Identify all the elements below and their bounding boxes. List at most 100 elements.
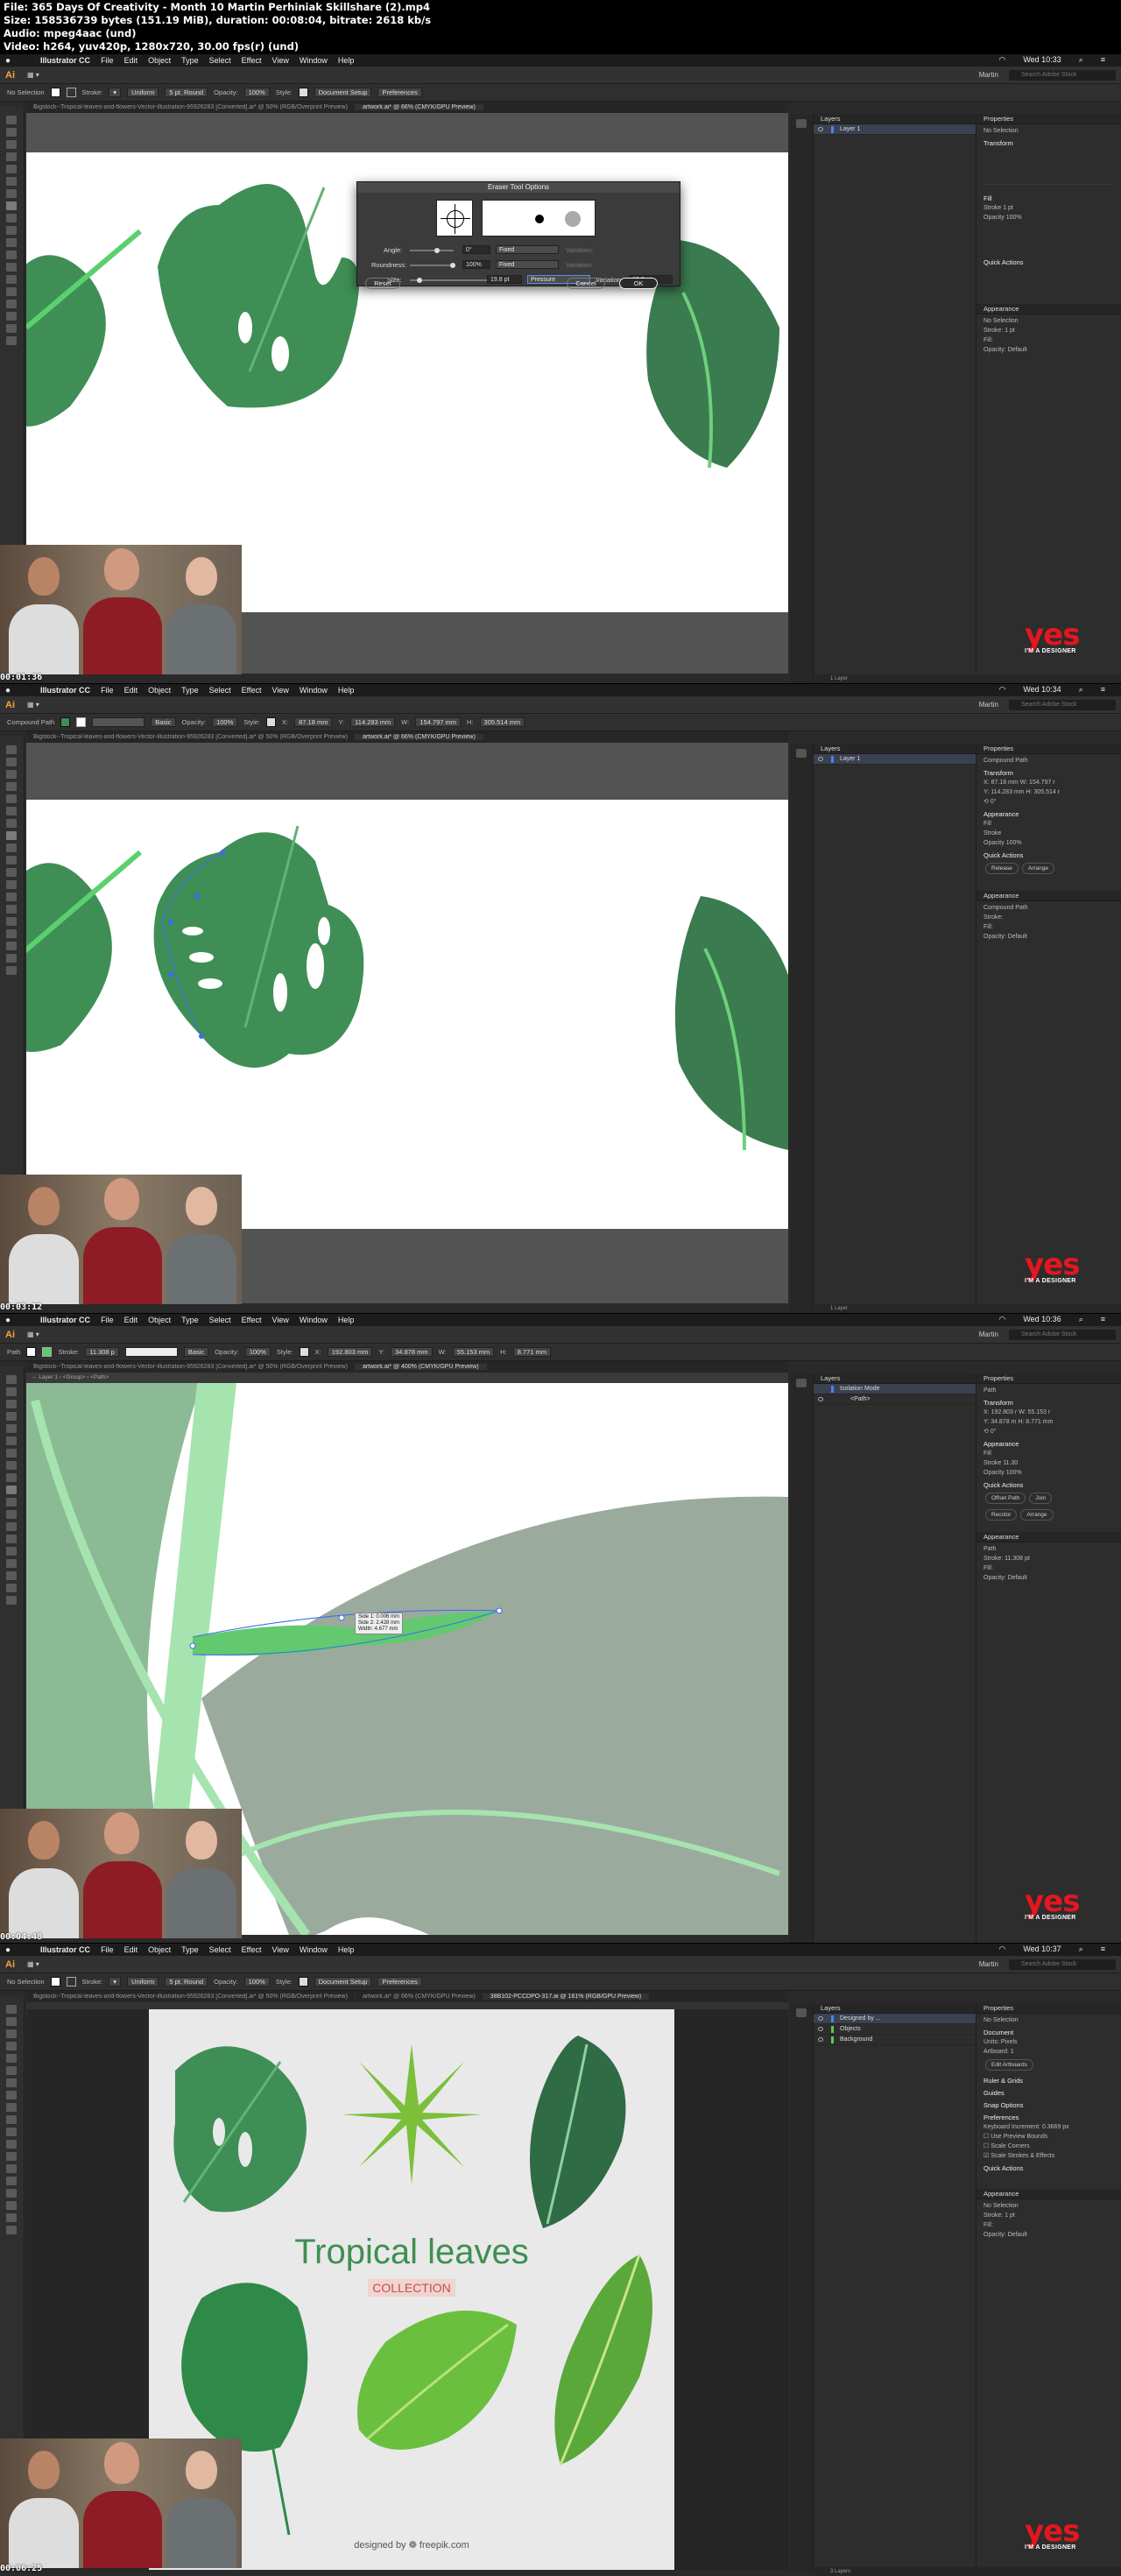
units-dropdown[interactable]: Pixels <box>1001 2039 1018 2045</box>
eyedropper-tool-icon[interactable] <box>6 893 17 901</box>
wifi-icon[interactable]: ◠ <box>998 1944 1005 1954</box>
blend-tool-icon[interactable] <box>6 905 17 914</box>
rotate-tool-icon[interactable] <box>6 843 17 852</box>
artboard-tool-icon[interactable] <box>6 942 17 950</box>
direct-selection-tool-icon[interactable] <box>6 128 17 137</box>
x-value[interactable]: 87.18 mm <box>991 780 1019 786</box>
stroke-swatch[interactable] <box>66 1977 76 1987</box>
workspace-icon[interactable]: ▦ ▾ <box>27 1330 39 1338</box>
opacity-value[interactable]: 100% <box>1006 840 1022 846</box>
menu-file[interactable]: File <box>101 1945 114 1954</box>
breadcrumb-layer[interactable]: Layer 1 <box>39 1374 58 1380</box>
ap-stroke-value[interactable]: 1 pt <box>1005 328 1015 334</box>
ap-stroke-value[interactable]: 11.308 pt <box>1005 1556 1030 1562</box>
shape-builder-tool-icon[interactable] <box>6 1498 17 1507</box>
width-tool-icon[interactable] <box>6 1486 17 1494</box>
workspace-icon[interactable]: ▦ ▾ <box>27 701 39 709</box>
ap-opacity[interactable]: Opacity: Default <box>984 2230 1114 2240</box>
eraser-tool-icon[interactable] <box>6 831 17 840</box>
tab-document-1[interactable]: Bigstock--Tropical-leaves-and-flowers-Ve… <box>26 104 356 110</box>
type-tool-icon[interactable] <box>6 165 17 173</box>
h-value[interactable]: 8.771 mm <box>1026 1419 1053 1425</box>
back-arrow-icon[interactable]: ← <box>32 1374 38 1380</box>
direct-selection-tool-icon[interactable] <box>6 758 17 766</box>
menu-object[interactable]: Object <box>148 1316 171 1324</box>
layer-row[interactable]: Layer 1 <box>814 754 976 765</box>
roundness-field[interactable]: 100% <box>462 260 490 269</box>
angle-mode-dropdown[interactable]: Fixed <box>496 245 559 254</box>
type-tool-icon[interactable] <box>6 2054 17 2063</box>
y-value[interactable]: 114.283 mm <box>991 789 1024 795</box>
transform-fields[interactable] <box>984 148 1114 185</box>
menu-file[interactable]: File <box>101 686 114 695</box>
menu-effect[interactable]: Effect <box>242 1945 262 1954</box>
menu-effect[interactable]: Effect <box>242 1316 262 1324</box>
eye-icon[interactable] <box>818 2016 823 2021</box>
tab-document-2[interactable]: artwork.ai* @ 66% (CMYK/GPU Preview) <box>355 734 483 740</box>
artboard-tool-icon[interactable] <box>6 312 17 321</box>
eye-icon[interactable] <box>818 757 823 761</box>
fill-swatch[interactable] <box>50 88 60 97</box>
brush-dropdown[interactable]: 5 pt. Round <box>165 1977 208 1987</box>
eye-icon[interactable] <box>818 2037 823 2042</box>
eyedropper-tool-icon[interactable] <box>6 263 17 272</box>
magic-wand-tool-icon[interactable] <box>6 140 17 149</box>
eyedropper-tool-icon[interactable] <box>6 2152 17 2161</box>
menu-view[interactable]: View <box>272 1316 289 1324</box>
apple-icon[interactable]: ● <box>5 1316 11 1325</box>
menu-type[interactable]: Type <box>181 56 199 65</box>
stock-search-input[interactable]: Search Adobe Stock <box>1009 700 1116 710</box>
variable-width-dropdown[interactable]: Uniform <box>127 1977 159 1987</box>
join-button[interactable]: Join <box>1029 1493 1053 1504</box>
hand-tool-icon[interactable] <box>6 324 17 333</box>
user-name[interactable]: Martin <box>979 71 998 79</box>
menu-help[interactable]: Help <box>338 56 355 65</box>
gradient-tool-icon[interactable] <box>6 2140 17 2149</box>
w-field[interactable]: 55.153 mm <box>452 1347 495 1357</box>
blend-tool-icon[interactable] <box>6 275 17 284</box>
workspace-icon[interactable]: ▦ ▾ <box>27 71 39 79</box>
roundness-slider[interactable] <box>450 263 455 268</box>
y-field[interactable]: 34.878 mm <box>391 1347 433 1357</box>
offset-path-button[interactable]: Offset Path <box>985 1493 1026 1504</box>
style-swatch[interactable] <box>299 1347 309 1357</box>
size-field[interactable]: 19.8 pt <box>487 275 522 284</box>
zoom-tool-icon[interactable] <box>6 1596 17 1605</box>
menu-edit[interactable]: Edit <box>124 1945 138 1954</box>
selection-tool-icon[interactable] <box>6 116 17 124</box>
user-name[interactable]: Martin <box>979 701 998 709</box>
wifi-icon[interactable]: ◠ <box>998 685 1005 695</box>
menu-view[interactable]: View <box>272 56 289 65</box>
menu-window[interactable]: Window <box>300 56 328 65</box>
artboard-dropdown[interactable]: 1 <box>1011 2049 1014 2055</box>
layer-row[interactable]: Objects <box>814 2024 976 2035</box>
menu-object[interactable]: Object <box>148 1945 171 1954</box>
tab-document-3[interactable]: 38B102-PCCDPO-317.ai @ 161% (RGB/GPU Pre… <box>483 1994 650 2000</box>
menu-list-icon[interactable]: ≡ <box>1101 1944 1105 1954</box>
menu-file[interactable]: File <box>101 56 114 65</box>
pen-tool-icon[interactable] <box>6 782 17 791</box>
breadcrumb-group[interactable]: <Group> <box>63 1374 86 1380</box>
tab-document-2[interactable]: artwork.ai* @ 66% (CMYK/GPU Preview) <box>356 1994 483 2000</box>
symbol-sprayer-tool-icon[interactable] <box>6 287 17 296</box>
magic-wand-tool-icon[interactable] <box>6 1400 17 1408</box>
direct-selection-tool-icon[interactable] <box>6 2017 17 2026</box>
reset-button[interactable]: Reset <box>365 278 400 289</box>
document-setup-button[interactable]: Document Setup <box>314 88 372 97</box>
width-tool-icon[interactable] <box>6 2115 17 2124</box>
stroke-weight-field[interactable]: 11.308 p <box>85 1347 119 1357</box>
rectangle-tool-icon[interactable] <box>6 1449 17 1457</box>
apple-icon[interactable]: ● <box>5 686 11 695</box>
stock-search-input[interactable]: Search Adobe Stock <box>1009 70 1116 81</box>
tab-document-2[interactable]: artwork.ai* @ 66% (CMYK/GPU Preview) <box>355 104 483 110</box>
roundness-mode-dropdown[interactable]: Fixed <box>496 260 559 269</box>
symbol-sprayer-tool-icon[interactable] <box>6 917 17 926</box>
collapse-icon[interactable] <box>796 2008 807 2017</box>
menu-window[interactable]: Window <box>300 1945 328 1954</box>
menu-object[interactable]: Object <box>148 686 171 695</box>
apple-icon[interactable]: ● <box>5 1945 11 1955</box>
x-field[interactable]: 192.803 mm <box>327 1347 373 1357</box>
artboard-tool-icon[interactable] <box>6 1571 17 1580</box>
collapse-icon[interactable] <box>796 119 807 128</box>
breadcrumb-path[interactable]: <Path> <box>90 1374 109 1380</box>
